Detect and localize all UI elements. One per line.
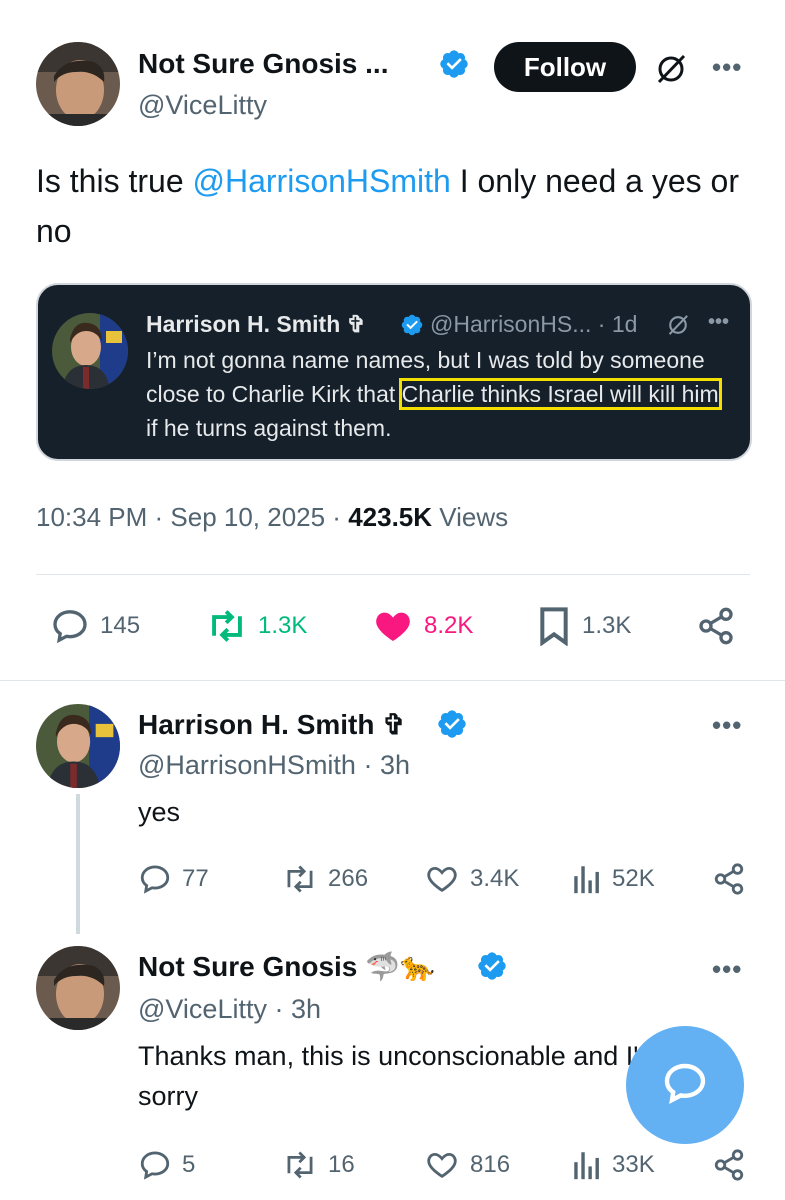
quoted-tweet-image[interactable]: Harrison H. Smith ✞ @HarrisonHS... · 1d … <box>36 283 752 461</box>
reply-button[interactable]: 77 <box>138 862 209 896</box>
quoted-author-avatar <box>52 313 128 389</box>
grok-icon[interactable] <box>654 52 688 91</box>
quoted-tweet-text: I’m not gonna name names, but I was told… <box>146 343 736 445</box>
verified-badge-icon <box>436 708 468 740</box>
quoted-more-icon: ••• <box>708 311 730 333</box>
reply-count: 145 <box>100 612 141 639</box>
retweet-button[interactable]: 16 <box>282 1148 355 1182</box>
views-count: 52K <box>612 865 655 892</box>
reply-count: 5 <box>182 1151 196 1178</box>
views-button[interactable]: 33K <box>572 1148 655 1182</box>
reply-button[interactable]: 145 <box>50 606 140 646</box>
more-icon[interactable]: ••• <box>712 710 742 741</box>
divider <box>0 680 785 681</box>
reply-author-name[interactable]: Harrison H. Smith ✞ <box>138 708 406 741</box>
bookmark-button[interactable]: 1.3K <box>536 606 631 646</box>
retweet-button[interactable]: 1.3K <box>206 606 307 646</box>
quoted-author-handle: @HarrisonHS... · 1d <box>430 311 638 337</box>
tweet-timestamp[interactable]: 10:34 PM · Sep 10, 2025 · <box>36 502 348 532</box>
verified-badge-icon <box>438 48 470 80</box>
views-icon <box>572 1148 602 1182</box>
reply-author-avatar[interactable] <box>36 704 120 788</box>
thread-line <box>76 794 80 934</box>
quoted-verified-badge-icon <box>400 313 424 337</box>
retweet-button[interactable]: 266 <box>282 862 368 896</box>
reply-author-handle[interactable]: @ViceLitty · 3h <box>138 994 321 1025</box>
quoted-text-part-2: if he turns against them. <box>146 415 392 441</box>
heart-icon <box>372 606 414 646</box>
tweet-meta: 10:34 PM · Sep 10, 2025 · 423.5K Views <box>36 502 508 533</box>
like-button[interactable]: 3.4K <box>424 862 519 896</box>
compose-reply-button[interactable] <box>626 1026 744 1144</box>
mention-link[interactable]: @HarrisonHSmith <box>193 163 451 199</box>
retweet-count: 266 <box>328 865 369 892</box>
reply-icon <box>138 1148 172 1182</box>
reply-text: yes <box>138 797 181 827</box>
reply-author-name[interactable]: Not Sure Gnosis 🦈🐆 <box>138 950 435 983</box>
follow-button[interactable]: Follow <box>494 42 636 92</box>
bookmark-count: 1.3K <box>582 612 632 639</box>
views-count: 423.5K <box>348 502 433 532</box>
heart-icon <box>424 862 460 896</box>
tweet-text: Is this true @HarrisonHSmith I only need… <box>36 156 746 256</box>
reply-icon <box>50 606 90 646</box>
retweet-count: 16 <box>328 1151 355 1178</box>
quoted-highlight: Charlie thinks Israel will kill him <box>398 378 722 410</box>
more-icon[interactable]: ••• <box>712 954 742 985</box>
like-count: 816 <box>470 1151 511 1178</box>
share-icon[interactable] <box>712 862 746 901</box>
author-avatar[interactable] <box>36 42 120 126</box>
retweet-count: 1.3K <box>258 612 308 639</box>
share-icon[interactable] <box>696 606 736 651</box>
views-label: Views <box>432 502 509 532</box>
author-name[interactable]: Not Sure Gnosis ... <box>138 48 388 80</box>
like-button[interactable]: 8.2K <box>372 606 473 646</box>
reply-author-handle[interactable]: @HarrisonHSmith · 3h <box>138 750 410 781</box>
like-count: 3.4K <box>470 865 520 892</box>
author-handle[interactable]: @ViceLitty <box>138 90 267 121</box>
retweet-icon <box>282 1148 318 1182</box>
share-icon[interactable] <box>712 1148 746 1187</box>
reply-count: 77 <box>182 865 209 892</box>
reply-icon <box>138 862 172 896</box>
retweet-icon <box>206 606 248 646</box>
views-icon <box>572 862 602 896</box>
like-button[interactable]: 816 <box>424 1148 510 1182</box>
views-button[interactable]: 52K <box>572 862 655 896</box>
tweet-text-before: Is this true <box>36 163 193 199</box>
bookmark-icon <box>536 606 572 646</box>
heart-icon <box>424 1148 460 1182</box>
reply-author-avatar[interactable] <box>36 946 120 1030</box>
more-icon[interactable]: ••• <box>712 52 742 83</box>
verified-badge-icon <box>476 950 508 982</box>
reply-button[interactable]: 5 <box>138 1148 195 1182</box>
like-count: 8.2K <box>424 612 474 639</box>
quoted-grok-icon <box>666 313 690 342</box>
quoted-author-name: Harrison H. Smith ✞ <box>146 311 366 337</box>
divider <box>36 574 750 575</box>
retweet-icon <box>282 862 318 896</box>
compose-icon <box>661 1059 709 1112</box>
views-count: 33K <box>612 1151 655 1178</box>
